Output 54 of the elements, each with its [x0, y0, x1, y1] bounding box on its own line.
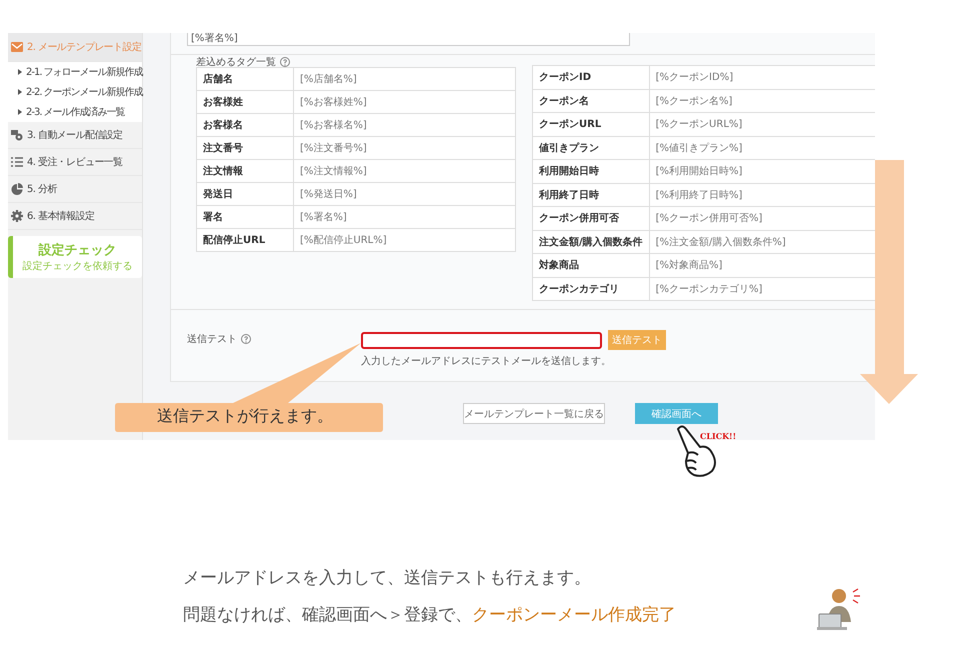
tag-name-cell: クーポン名 — [532, 89, 650, 112]
help-icon — [240, 333, 252, 345]
caption-text: 問題なければ、確認画面へ＞登録で、クーポンーメール作成完了 — [183, 604, 676, 627]
card-title: 設定チェック — [38, 242, 116, 259]
caption-text: メールアドレスを入力して、送信テストも行えます。 — [183, 567, 592, 590]
pie-chart-icon — [11, 183, 23, 195]
tag-code-cell: [%注文情報%] — [294, 160, 516, 182]
list-icon — [11, 156, 23, 168]
tag-name-cell: 注文金額/購入個数条件 — [532, 230, 650, 254]
section-label: 差込めるタグ一覧 — [196, 56, 276, 69]
signature-text-field[interactable]: [%署名%] — [187, 33, 630, 46]
tag-name-cell: クーポン併用可否 — [532, 206, 650, 230]
person-at-laptop-drawing — [817, 586, 861, 632]
tag-code-cell: [%注文番号%] — [294, 136, 516, 160]
envelope-icon — [11, 41, 23, 53]
tag-name-cell: お客様姓 — [196, 90, 294, 114]
sidebar-item[interactable]: 3. 自動メール配信設定 — [8, 122, 142, 149]
sidebar-subitem[interactable]: 2-2. クーポンメール新規作成 — [8, 82, 142, 102]
gears-icon — [11, 129, 23, 141]
sidebar-item[interactable]: 5. 分析 — [8, 176, 142, 203]
tag-name-cell: 配信停止URL — [196, 228, 294, 252]
tag-name-cell: クーポンカテゴリ — [532, 277, 650, 300]
email-input-field[interactable] — [361, 332, 602, 348]
tag-code-cell: [%店舗名%] — [294, 68, 516, 90]
tag-name-cell: 店舗名 — [196, 68, 294, 90]
card-subtitle: 設定チェックを依頼する — [22, 260, 132, 273]
tag-code-cell: [%署名%] — [294, 206, 516, 228]
help-icon — [279, 56, 291, 68]
sidebar-subitem[interactable]: 2-3. メール作成済み一覧 — [8, 102, 142, 122]
tag-code-cell: [%発送日%] — [294, 182, 516, 206]
tag-code-cell: [%お客様姓%] — [294, 90, 516, 114]
click-label: CLICK!! — [700, 431, 736, 441]
settings-icon — [11, 210, 23, 222]
tag-name-cell: 注文番号 — [196, 136, 294, 160]
help-text: 入力したメールアドレスにテストメールを送信します。 — [361, 354, 612, 368]
tag-name-cell: 値引きプラン — [532, 136, 650, 160]
field-label: 送信テスト — [187, 333, 237, 346]
sidebar-item[interactable]: 4. 受注・レビュー一覧 — [8, 149, 142, 176]
back-button[interactable]: メールテンプレート一覧に戻る — [463, 403, 605, 424]
tag-code-cell: [%配信停止URL%] — [294, 228, 516, 252]
tag-name-cell: クーポンURL — [532, 112, 650, 136]
tag-name-cell: クーポンID — [532, 66, 650, 89]
tag-name-cell: 対象商品 — [532, 254, 650, 277]
tag-name-cell: お客様名 — [196, 114, 294, 136]
tag-name-cell: 利用終了日時 — [532, 183, 650, 206]
callout-text: 送信テストが行えます。 — [157, 406, 333, 427]
tag-name-cell: 発送日 — [196, 182, 294, 206]
sidebar-item[interactable]: 6. 基本情報設定 — [8, 203, 142, 230]
tag-code-cell: [%お客様名%] — [294, 114, 516, 136]
tag-name-cell: 利用開始日時 — [532, 160, 650, 183]
tag-name-cell: 注文情報 — [196, 160, 294, 182]
tag-name-cell: 署名 — [196, 206, 294, 228]
tag-code-cell: [%クーポンID%] — [649, 66, 875, 89]
sidebar-subitem[interactable]: 2-1. フォローメール新規作成 — [8, 62, 142, 82]
